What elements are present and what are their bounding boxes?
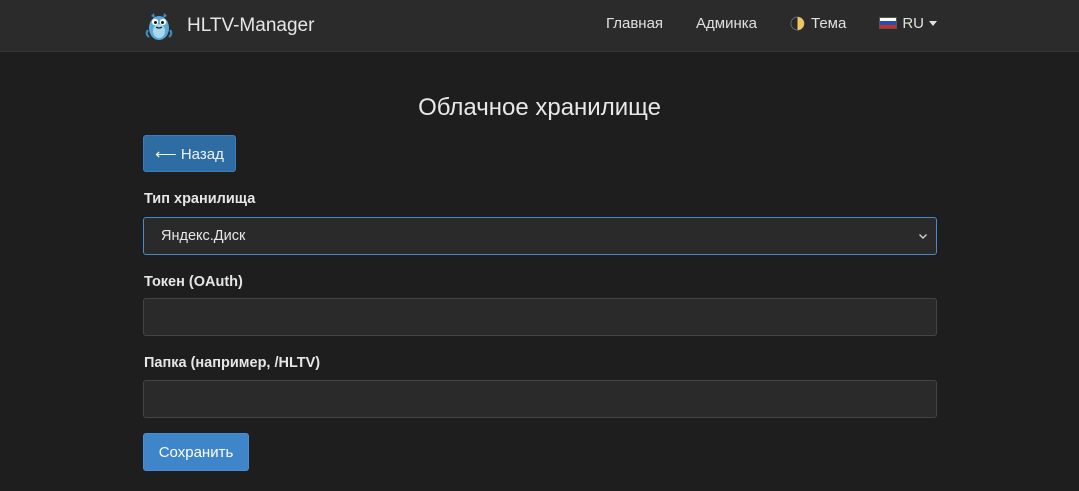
page-title: Облачное хранилище: [418, 94, 661, 121]
back-button[interactable]: ⟵ Назад: [143, 135, 236, 172]
nav-link-home[interactable]: Главная: [606, 15, 663, 32]
mascot-logo-icon: [145, 13, 173, 40]
storage-type-value: Яндекс.Диск: [161, 228, 246, 244]
nav-link-theme[interactable]: Тема: [790, 15, 846, 32]
nav-links: Главная Админка Тема RU: [573, 0, 937, 46]
folder-label: Папка (например, /HLTV): [144, 355, 321, 371]
language-label: RU: [902, 14, 924, 32]
storage-type-label: Тип хранилища: [144, 191, 256, 207]
folder-input[interactable]: [143, 380, 937, 418]
navbar: HLTV-Manager Главная Админка Тема RU: [0, 0, 1079, 52]
brand-name: HLTV-Manager: [187, 15, 315, 36]
russia-flag-icon: [879, 17, 898, 29]
half-moon-theme-icon: [790, 16, 805, 30]
token-input[interactable]: [143, 298, 937, 336]
nav-link-admin[interactable]: Админка: [696, 15, 757, 32]
theme-label: Тема: [811, 14, 847, 32]
save-button[interactable]: Сохранить: [143, 433, 249, 471]
language-dropdown[interactable]: RU: [879, 15, 937, 32]
storage-type-select[interactable]: Яндекс.Диск: [143, 217, 937, 255]
brand-link[interactable]: HLTV-Manager: [143, 10, 314, 42]
token-label: Токен (OAuth): [144, 274, 243, 290]
chevron-down-icon: [919, 234, 927, 239]
caret-down-icon: [929, 20, 937, 26]
